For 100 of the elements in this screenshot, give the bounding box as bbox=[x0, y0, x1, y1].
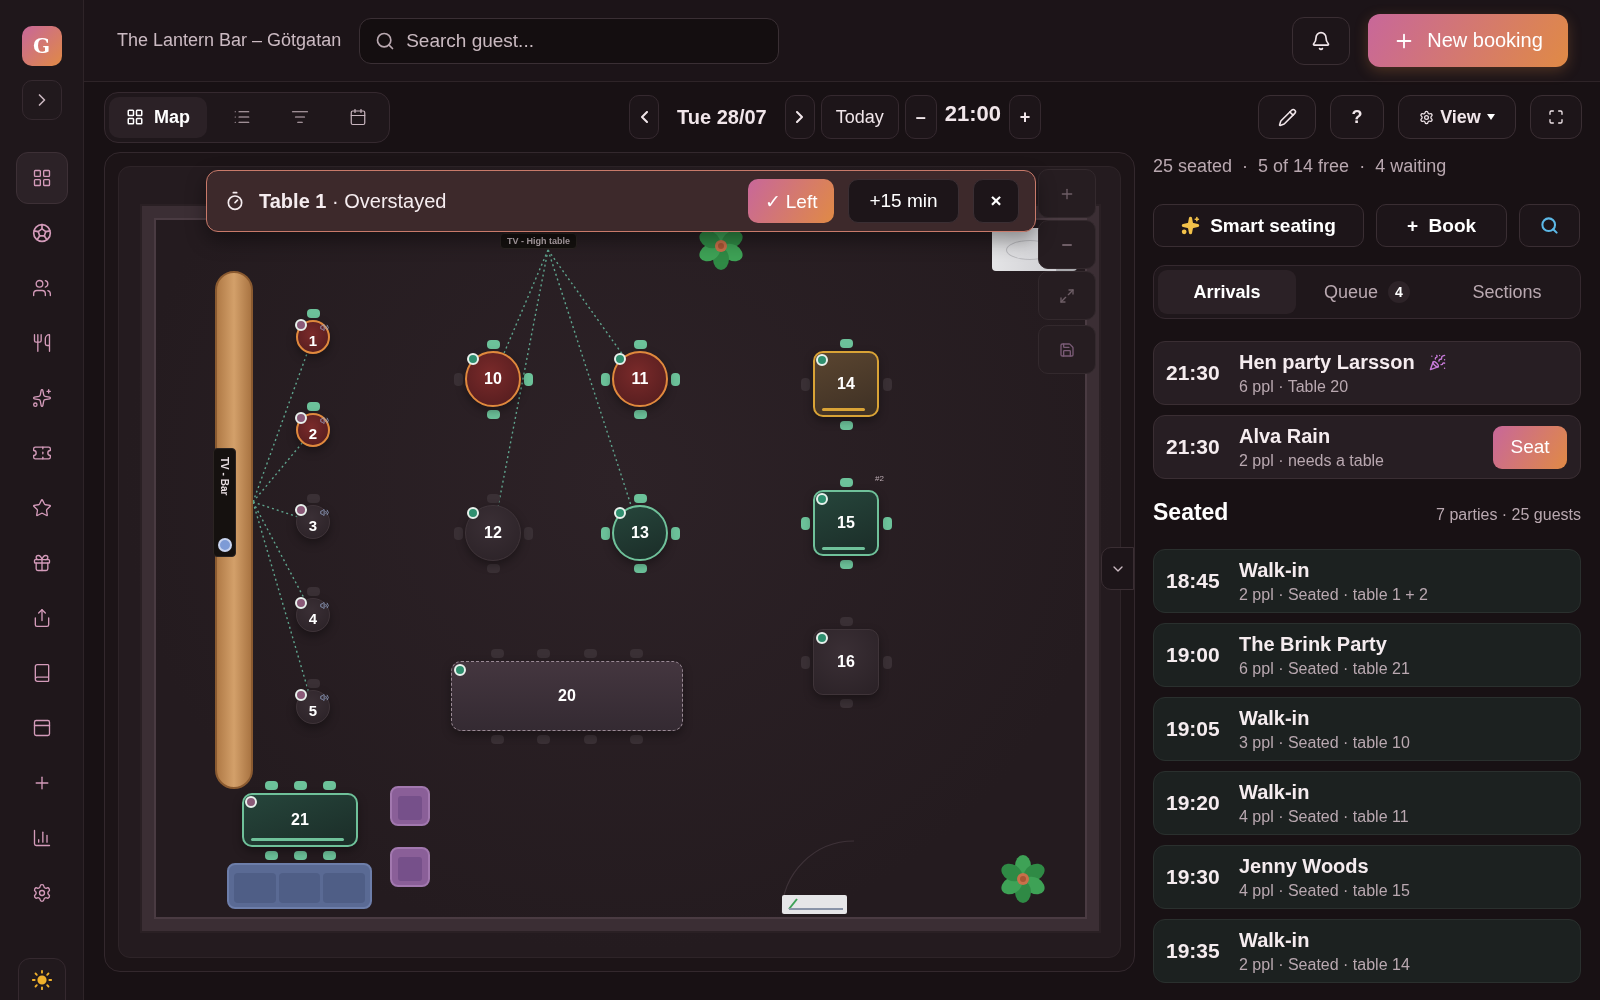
booking-detail: 2 ppl · Seated · table 1 + 2 bbox=[1239, 585, 1428, 604]
settings-icon bbox=[31, 883, 52, 903]
floor-table[interactable]: 4 bbox=[296, 598, 330, 632]
utensils-icon bbox=[31, 333, 52, 353]
party-popper-icon bbox=[1428, 353, 1446, 371]
seated-time: 19:20 bbox=[1166, 791, 1221, 815]
seated-card[interactable]: 19:05 Walk-in 3 ppl · Seated · table 10 bbox=[1153, 697, 1581, 761]
table-tag: #2 bbox=[875, 474, 884, 483]
speaker-icon bbox=[320, 508, 329, 517]
speaker-icon bbox=[320, 416, 329, 425]
sparkles-icon bbox=[31, 388, 52, 408]
floor-table[interactable]: 5 bbox=[296, 690, 330, 724]
previous-day-button[interactable] bbox=[629, 95, 659, 139]
tv-label: TV - High table bbox=[500, 233, 577, 249]
date-label: Tue 28/07 bbox=[676, 105, 768, 129]
floor-table[interactable]: 11 bbox=[612, 351, 668, 407]
search-icon bbox=[1540, 216, 1559, 235]
seated-time: 19:30 bbox=[1166, 865, 1221, 889]
time-plus-button[interactable]: + bbox=[1008, 95, 1041, 139]
grid-icon bbox=[126, 108, 144, 126]
guest-name: Jenny Woods bbox=[1239, 854, 1370, 878]
help-button[interactable]: ? bbox=[1330, 95, 1384, 139]
guest-name: Walk-in bbox=[1239, 780, 1311, 804]
time-minus-button[interactable]: – bbox=[904, 95, 937, 139]
sun-icon bbox=[30, 969, 53, 991]
chevron-left-icon bbox=[640, 111, 648, 123]
seated-card[interactable]: 19:35 Walk-in 2 ppl · Seated · table 14 bbox=[1153, 919, 1581, 983]
seated-time: 19:35 bbox=[1166, 939, 1221, 963]
gear-icon bbox=[1419, 109, 1435, 125]
booking-detail: 6 ppl · Seated · table 21 bbox=[1239, 659, 1410, 678]
speaker-icon bbox=[320, 601, 329, 610]
floor-table[interactable]: 2 bbox=[296, 413, 330, 447]
panel-tab[interactable]: Queue 4 bbox=[1298, 270, 1436, 314]
guest-name: Alva Rain bbox=[1239, 424, 1331, 448]
floor-table[interactable]: 13 bbox=[612, 505, 668, 561]
floor-table[interactable]: 20 bbox=[451, 661, 683, 731]
theme-button[interactable] bbox=[17, 958, 66, 1000]
gift-icon bbox=[31, 553, 52, 573]
caret-icon bbox=[1486, 114, 1495, 120]
device-dot bbox=[217, 538, 232, 552]
seated-card[interactable]: 19:20 Walk-in 4 ppl · Seated · table 11 bbox=[1153, 771, 1581, 835]
grid-icon bbox=[31, 168, 52, 188]
view-menu-button[interactable]: View bbox=[1398, 95, 1516, 139]
booking-detail: 2 ppl · needs a table bbox=[1239, 451, 1384, 470]
count-badge: 4 bbox=[1388, 281, 1410, 303]
seated-card[interactable]: 19:00 The Brink Party 6 ppl · Seated · table 21 bbox=[1153, 623, 1581, 687]
smart-seating-button[interactable]: Smart seating bbox=[1153, 204, 1364, 247]
floor-table[interactable]: 15 bbox=[813, 490, 879, 556]
close-button[interactable]: × bbox=[973, 179, 1019, 223]
view-tab[interactable]: Map bbox=[109, 96, 207, 138]
pencil-icon bbox=[1277, 107, 1297, 127]
floor-table[interactable]: 3 bbox=[296, 505, 330, 539]
guest-name: Walk-in bbox=[1239, 558, 1311, 582]
panel-icon bbox=[31, 718, 52, 738]
bell-icon bbox=[1311, 30, 1331, 51]
seated-time: 18:45 bbox=[1166, 569, 1221, 593]
search-button[interactable] bbox=[1519, 204, 1580, 247]
guest-name: Walk-in bbox=[1239, 706, 1311, 730]
fullscreen-button[interactable] bbox=[1530, 95, 1582, 139]
section-summary: 7 parties · 25 guests bbox=[1436, 506, 1581, 524]
floor-table[interactable]: 16 bbox=[813, 629, 879, 695]
bar-chart-icon bbox=[31, 828, 52, 848]
star-icon bbox=[31, 498, 52, 518]
tv-label: TV - Bar bbox=[219, 457, 230, 496]
seated-card[interactable]: 19:30 Jenny Woods 4 ppl · Seated · table 15 bbox=[1153, 845, 1581, 909]
arrival-time: 21:30 bbox=[1166, 435, 1221, 459]
sort-icon bbox=[291, 108, 309, 126]
booking-detail: 3 ppl · Seated · table 10 bbox=[1239, 733, 1410, 752]
sparkles-icon bbox=[1181, 216, 1201, 235]
panel-tab[interactable]: Sections bbox=[1438, 270, 1576, 314]
nav-item[interactable] bbox=[15, 152, 68, 204]
armchair bbox=[390, 786, 430, 826]
floor-table[interactable]: 14 bbox=[813, 351, 879, 417]
collapse-handle[interactable] bbox=[1101, 547, 1134, 590]
users-icon bbox=[31, 278, 52, 298]
panel-tab[interactable]: Arrivals bbox=[1158, 270, 1296, 314]
summary-text: 25 seated · 5 of 14 free · 4 waiting bbox=[1153, 155, 1448, 178]
floor-table[interactable]: 1 bbox=[296, 320, 330, 354]
ball-icon bbox=[31, 223, 52, 243]
extend-button[interactable]: +15 min bbox=[848, 179, 959, 223]
floor-table[interactable]: 21 bbox=[242, 793, 358, 847]
speaker-icon bbox=[320, 323, 329, 332]
search-icon bbox=[375, 30, 396, 51]
notification-button[interactable] bbox=[1292, 16, 1350, 65]
edit-button[interactable] bbox=[1258, 95, 1316, 139]
next-day-button[interactable] bbox=[784, 95, 815, 139]
guest-name: Walk-in bbox=[1239, 928, 1311, 952]
booking-detail: 4 ppl · Seated · table 11 bbox=[1239, 807, 1409, 826]
calendar-icon bbox=[349, 108, 367, 126]
today-button[interactable]: Today bbox=[820, 95, 899, 139]
minus-icon bbox=[1062, 243, 1072, 246]
search-field[interactable]: Search guest... bbox=[359, 17, 780, 64]
floor-table[interactable]: 12 bbox=[465, 505, 521, 561]
timer-icon bbox=[225, 191, 245, 211]
fullscreen-icon bbox=[1548, 109, 1564, 125]
floor-table[interactable]: 10 bbox=[465, 351, 521, 407]
book-button[interactable]: + Book bbox=[1376, 204, 1507, 247]
seated-time: 19:05 bbox=[1166, 717, 1221, 741]
seated-card[interactable]: 18:45 Walk-in 2 ppl · Seated · table 1 + 2 bbox=[1153, 549, 1581, 613]
guest-name: The Brink Party bbox=[1239, 632, 1388, 656]
